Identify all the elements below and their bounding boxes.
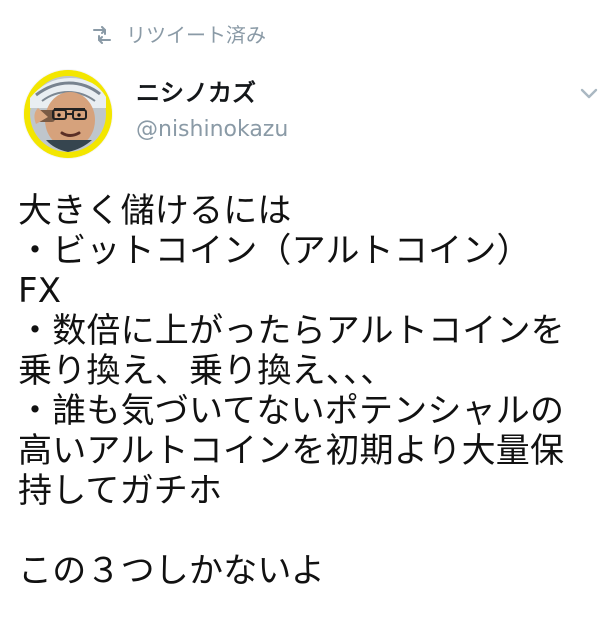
tweet-line-3: FX	[18, 271, 62, 311]
retweet-label: リツイート済み	[126, 23, 266, 47]
user-handle[interactable]: @nishinokazu	[136, 116, 288, 144]
tweet-line-7: 高いアルトコインを初期より大量保	[18, 431, 565, 471]
tweet-line-1: 大きく儲けるには	[18, 191, 292, 231]
tweet-line-10: この３つしかないよ	[18, 551, 326, 591]
tweet-line-6: ・誰も気づいてないポテンシャルの	[18, 391, 565, 431]
profile-avatar[interactable]	[24, 70, 112, 158]
tweet-card[interactable]: リツイート済み ニシノカズ @nishinokazu 大きく儲けるには ・ビット…	[0, 0, 609, 640]
chevron-down-icon[interactable]	[578, 84, 600, 102]
retweet-status: リツイート済み	[88, 18, 266, 52]
display-name[interactable]: ニシノカズ	[136, 78, 256, 108]
tweet-line-5: 乗り換え、乗り換え、、、	[18, 351, 395, 391]
tweet-text: 大きく儲けるには ・ビットコイン（アルトコイン） FX ・数倍に上がったらアルト…	[18, 191, 604, 591]
retweet-icon	[88, 24, 116, 46]
tweet-line-8: 持してガチホ	[18, 471, 223, 511]
tweet-line-4: ・数倍に上がったらアルトコインを	[18, 311, 565, 351]
tweet-line-2: ・ビットコイン（アルトコイン）	[18, 231, 531, 271]
